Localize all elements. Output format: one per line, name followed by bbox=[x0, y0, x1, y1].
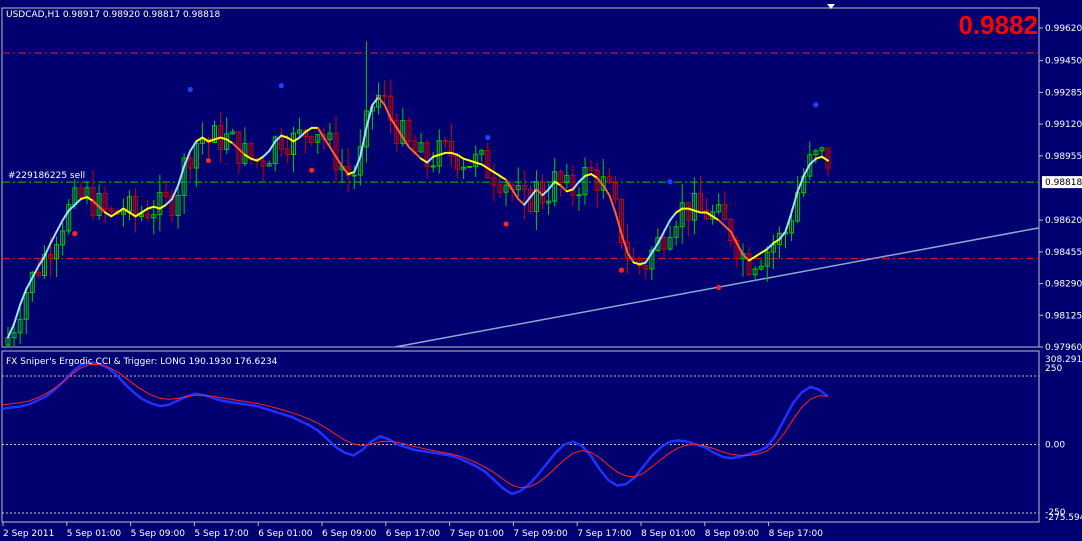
buy-signal-dot bbox=[278, 83, 284, 89]
current-price-tag: 0.98818 bbox=[1042, 176, 1082, 189]
indicator-header: FX Sniper's Ergodic CCI & Trigger: LONG … bbox=[6, 357, 278, 367]
price-tick-label: 0.99285 bbox=[1045, 88, 1082, 98]
price-tick-label: 0.98290 bbox=[1045, 280, 1082, 290]
sell-signal-dot bbox=[309, 167, 315, 173]
price-tick-label: 0.97960 bbox=[1045, 343, 1082, 353]
sell-signal-dot bbox=[503, 221, 509, 227]
time-tick-label: 7 Sep 09:00 bbox=[513, 529, 568, 539]
buy-signal-dot bbox=[485, 134, 491, 141]
chart-window[interactable]: USDCAD,H1 0.98917 0.98920 0.98817 0.9881… bbox=[0, 0, 1082, 541]
time-tick-label: 2 Sep 2011 bbox=[3, 529, 54, 539]
buy-signal-dot bbox=[187, 86, 193, 93]
time-tick-label: 7 Sep 17:00 bbox=[577, 529, 632, 539]
indicator-tick-label: 250 bbox=[1045, 364, 1062, 374]
time-tick-label: 7 Sep 01:00 bbox=[450, 529, 505, 539]
indicator-tick-label: 0.00 bbox=[1045, 440, 1065, 450]
sell-signal-dot bbox=[72, 231, 78, 237]
price-tick-label: 0.98620 bbox=[1045, 216, 1082, 226]
time-tick-label: 8 Sep 09:00 bbox=[705, 529, 760, 539]
time-tick-label: 5 Sep 09:00 bbox=[131, 529, 186, 539]
time-tick-label: 8 Sep 01:00 bbox=[641, 529, 696, 539]
order-label[interactable]: #229186225 sell bbox=[8, 171, 85, 181]
price-tick-label: 0.99120 bbox=[1045, 120, 1082, 130]
candle-body bbox=[467, 165, 473, 168]
candle-body bbox=[576, 194, 582, 197]
current-price-value: 0.98818 bbox=[1045, 178, 1082, 188]
candle-body bbox=[430, 165, 436, 168]
sell-signal-dot bbox=[716, 284, 722, 291]
buy-signal-dot bbox=[813, 102, 819, 108]
indicator-tick-label: -275.594 bbox=[1045, 513, 1082, 523]
price-tick-label: 0.99450 bbox=[1045, 57, 1082, 67]
candle-body bbox=[351, 174, 357, 177]
chart-header: USDCAD,H1 0.98917 0.98920 0.98817 0.9881… bbox=[6, 10, 221, 20]
sell-signal-dot bbox=[618, 267, 625, 273]
time-tick-label: 5 Sep 01:00 bbox=[67, 529, 122, 539]
sell-signal-dot bbox=[205, 157, 212, 164]
time-tick-label: 5 Sep 17:00 bbox=[194, 529, 249, 539]
window-background bbox=[0, 0, 1082, 541]
time-tick-label: 8 Sep 17:00 bbox=[769, 529, 824, 539]
price-tick-label: 0.98125 bbox=[1045, 311, 1082, 321]
price-tick-label: 0.98455 bbox=[1045, 248, 1082, 258]
price-tick-label: 0.98955 bbox=[1045, 152, 1082, 162]
time-tick-label: 6 Sep 01:00 bbox=[258, 529, 313, 539]
time-tick-label: 6 Sep 09:00 bbox=[322, 529, 377, 539]
candle-body bbox=[442, 140, 448, 143]
time-tick-label: 6 Sep 17:00 bbox=[386, 529, 441, 539]
big-price: 0.9882 bbox=[958, 10, 1038, 40]
candle-body bbox=[382, 94, 388, 97]
price-tick-label: 0.99620 bbox=[1045, 24, 1082, 34]
buy-signal-dot bbox=[667, 179, 673, 185]
